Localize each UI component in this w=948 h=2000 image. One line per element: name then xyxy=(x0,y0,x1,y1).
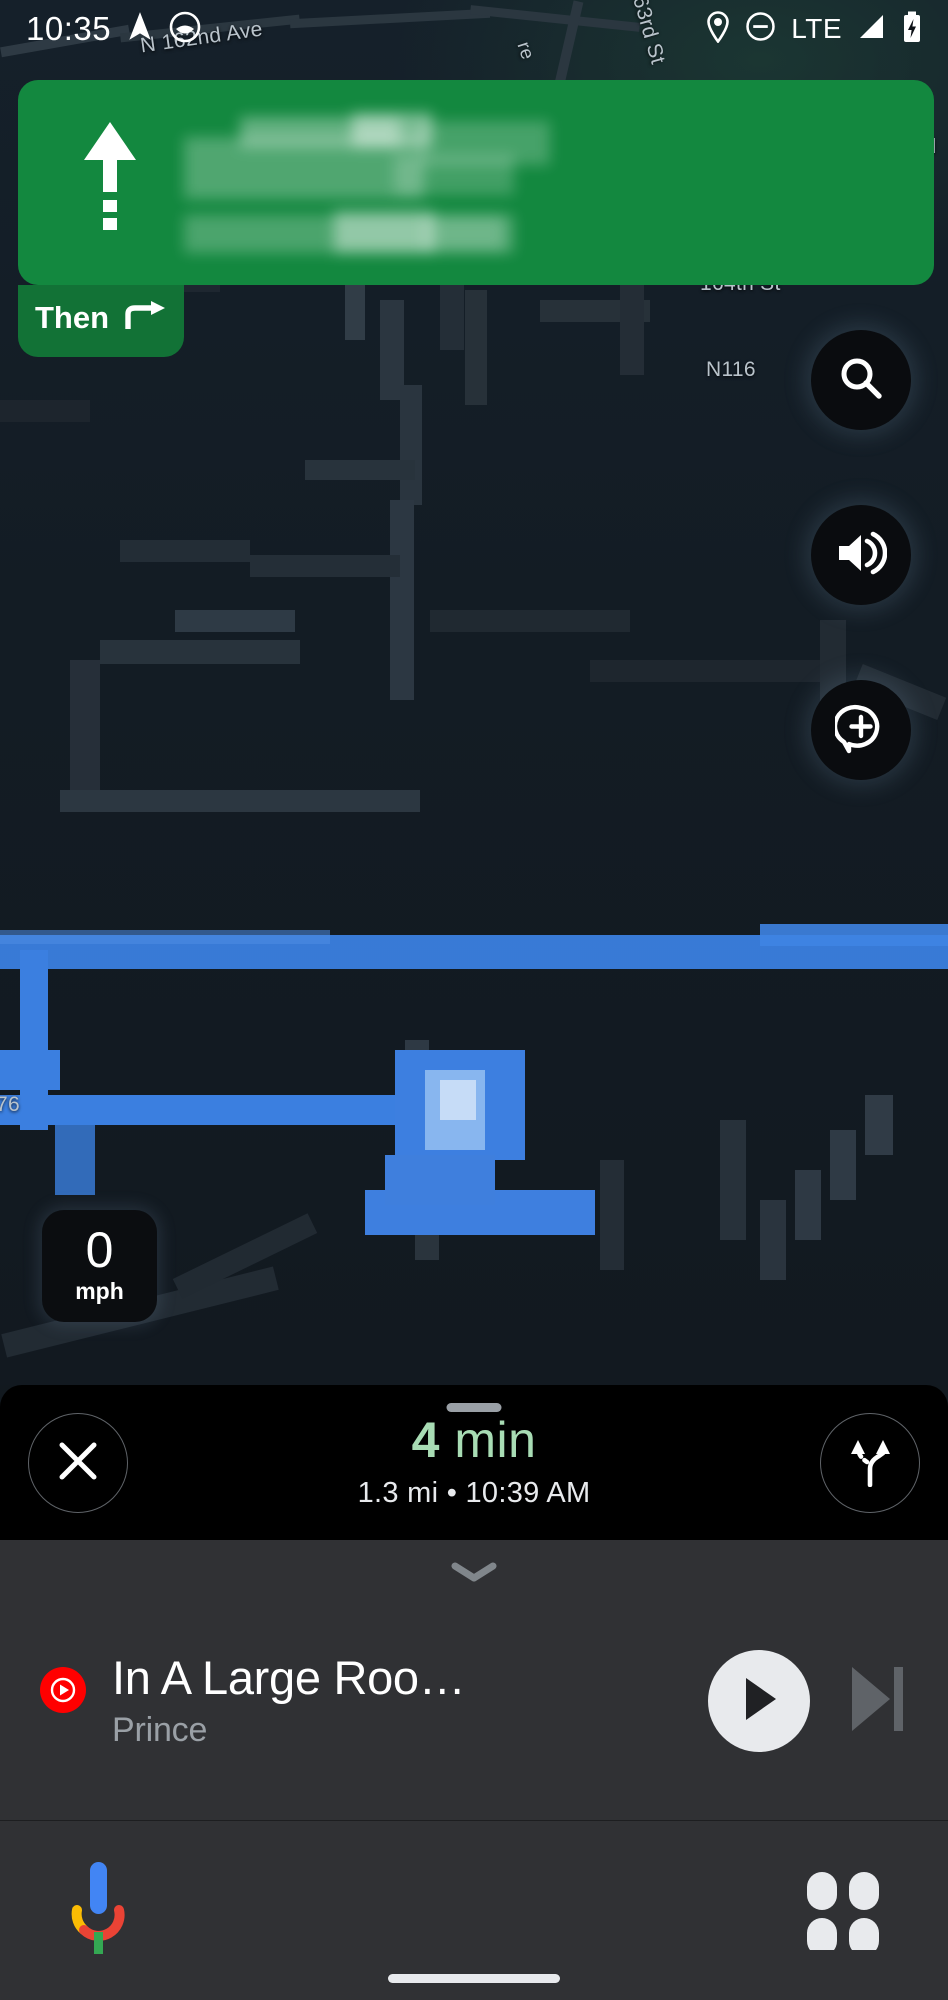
apps-grid-icon xyxy=(801,1866,885,1956)
bottom-navigation-bar xyxy=(0,1820,948,2000)
network-type-label: LTE xyxy=(791,13,842,44)
chevron-down-icon xyxy=(451,1562,497,1586)
street-name-redacted-line-2 xyxy=(184,209,744,255)
eta-duration-number: 4 xyxy=(411,1412,440,1468)
android-auto-icon xyxy=(169,11,201,48)
road-label: N116 xyxy=(706,358,756,381)
collapse-media-button[interactable] xyxy=(451,1562,497,1587)
then-label: Then xyxy=(34,300,110,335)
app-launcher-button[interactable] xyxy=(798,1866,888,1956)
status-bar-right: LTE xyxy=(706,10,922,48)
eta-summary: 4 min 1.3 mi • 10:39 AM xyxy=(0,1411,948,1510)
navigation-instruction-card[interactable] xyxy=(18,80,934,285)
volume-up-icon xyxy=(835,530,888,581)
navigation-street-text xyxy=(184,111,744,255)
turn-right-arrow-icon xyxy=(125,300,167,336)
media-row: In A Large Roo… Prince xyxy=(0,1606,948,1796)
google-assistant-button[interactable] xyxy=(60,1859,136,1963)
android-auto-screen: N 162nd Ave N 163rd St re 164th St N116 … xyxy=(0,0,948,2000)
straight-ahead-arrow-icon xyxy=(76,120,144,245)
road-label: 76 xyxy=(0,1093,20,1116)
speed-value: 0 xyxy=(85,1221,114,1278)
report-incident-button[interactable] xyxy=(811,680,911,780)
street-name-redacted-line-1 xyxy=(184,111,744,199)
home-gesture-indicator[interactable] xyxy=(388,1974,560,1983)
eta-duration-unit: min xyxy=(439,1412,537,1468)
play-button[interactable] xyxy=(708,1650,810,1752)
cell-signal-icon xyxy=(857,12,887,47)
trip-info-sheet[interactable]: 4 min 1.3 mi • 10:39 AM xyxy=(0,1385,948,1540)
media-metadata: In A Large Roo… Prince xyxy=(112,1652,698,1750)
location-pin-icon xyxy=(706,10,730,48)
skip-next-button[interactable] xyxy=(846,1663,908,1740)
status-clock: 10:35 xyxy=(26,10,112,47)
google-assistant-mic-icon xyxy=(62,1858,134,1963)
eta-duration: 4 min xyxy=(0,1411,948,1469)
map-search-button[interactable] xyxy=(811,330,911,430)
media-artist: Prince xyxy=(112,1710,208,1749)
add-report-icon xyxy=(832,702,887,759)
then-maneuver-tab[interactable]: Then xyxy=(18,285,184,357)
status-bar: 10:35 LTE xyxy=(0,0,948,58)
speed-unit: mph xyxy=(75,1278,124,1305)
media-player[interactable]: In A Large Roo… Prince xyxy=(0,1540,948,1820)
play-icon xyxy=(736,1674,782,1729)
navigation-arrow-icon xyxy=(127,11,153,48)
media-title: In A Large Roo… xyxy=(112,1652,466,1705)
youtube-music-icon xyxy=(40,1667,86,1713)
search-icon xyxy=(836,353,886,408)
status-bar-left: 10:35 xyxy=(26,10,201,48)
skip-next-icon xyxy=(846,1666,908,1739)
battery-charging-icon xyxy=(902,11,922,48)
trip-details: 1.3 mi • 10:39 AM xyxy=(357,1477,591,1509)
alternate-routes-icon xyxy=(845,1435,895,1492)
do-not-disturb-icon xyxy=(745,11,776,47)
speedometer: 0 mph xyxy=(42,1210,157,1322)
voice-volume-button[interactable] xyxy=(811,505,911,605)
alternate-routes-button[interactable] xyxy=(820,1413,920,1513)
